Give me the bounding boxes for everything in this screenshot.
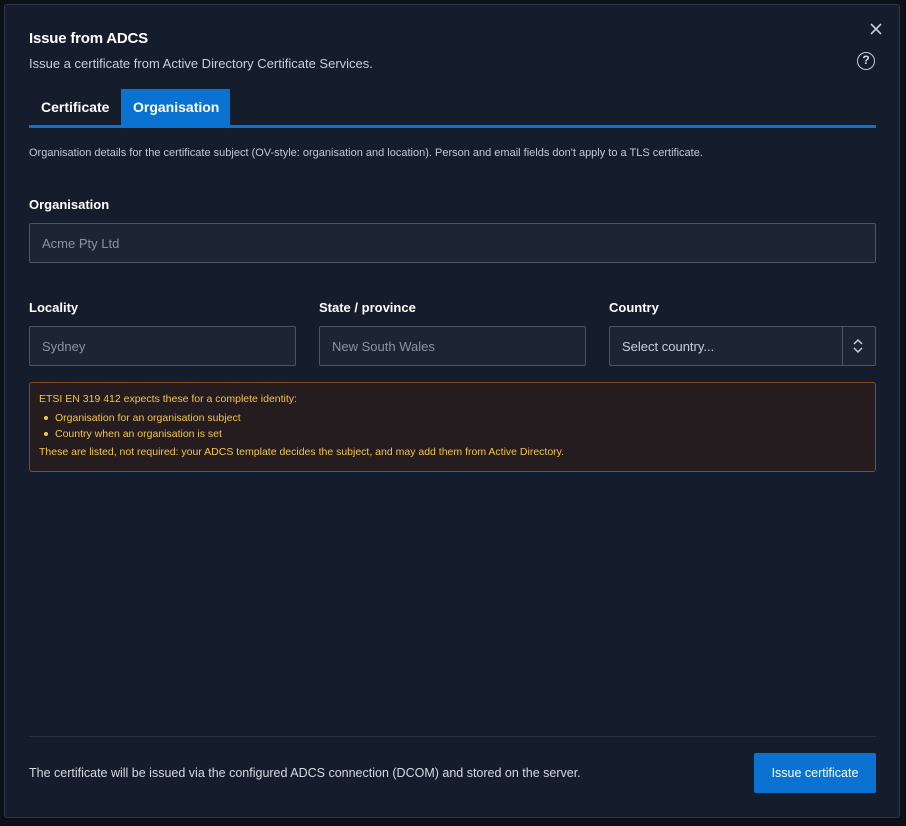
organisation-label: Organisation: [29, 197, 110, 212]
issue-from-adcs-dialog: Issue from ADCS Issue a certificate from…: [4, 4, 900, 818]
etsi-warning-box: ETSI EN 319 412 expects these for a comp…: [29, 382, 876, 472]
question-circle-icon[interactable]: ?: [857, 52, 875, 70]
footer-divider: [29, 736, 876, 737]
warning-list: Organisation for an organisation subject…: [39, 410, 866, 442]
dialog-subtitle: Issue a certificate from Active Director…: [29, 56, 373, 71]
organisation-input[interactable]: [29, 223, 876, 263]
tab-bar: Certificate Organisation: [29, 89, 876, 128]
list-item: Country when an organisation is set: [39, 426, 866, 442]
issue-certificate-button[interactable]: Issue certificate: [754, 753, 876, 793]
warning-footer: These are listed, not required: your ADC…: [39, 446, 565, 458]
dialog-title: Issue from ADCS: [29, 30, 148, 47]
footer-text: The certificate will be issued via the c…: [29, 766, 581, 780]
list-item: Organisation for an organisation subject: [39, 410, 866, 426]
tab-organisation[interactable]: Organisation: [121, 89, 230, 125]
help-glyph: ?: [862, 53, 870, 67]
locality-label: Locality: [29, 300, 79, 315]
close-button[interactable]: [867, 20, 885, 38]
country-label: Country: [609, 300, 659, 315]
chevron-up-down-icon: [853, 338, 863, 354]
warning-heading: ETSI EN 319 412 expects these for a comp…: [39, 393, 297, 405]
select-divider: [842, 327, 843, 365]
tab-description: Organisation details for the certificate…: [29, 147, 703, 159]
state-input[interactable]: [319, 326, 586, 366]
locality-input[interactable]: [29, 326, 296, 366]
close-icon: [870, 23, 882, 35]
country-select-value: Select country...: [622, 339, 715, 354]
country-select[interactable]: Select country...: [609, 326, 876, 366]
tab-certificate[interactable]: Certificate: [29, 89, 121, 125]
state-label: State / province: [319, 300, 416, 315]
